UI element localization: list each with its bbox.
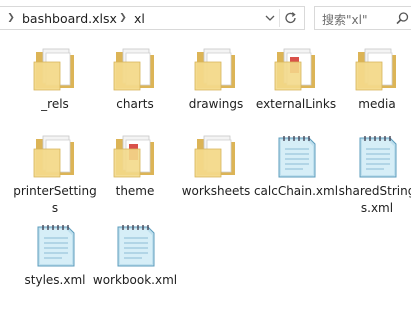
folder-icon [30,133,80,181]
folder-icon [352,46,402,94]
item-label: externalLinks [255,97,337,111]
breadcrumb-chevron-icon[interactable]: ❯ [6,9,16,27]
search-placeholder[interactable]: 搜索"xl" [322,11,367,28]
folder-icon [30,46,80,94]
breadcrumb-segment-workbook[interactable]: bashboard.xlsx [22,11,117,26]
folder-icon [191,133,241,181]
address-divider [279,9,280,27]
search-box[interactable]: 搜索"xl" [314,6,411,30]
xml-file-icon [30,222,80,270]
item-label: calcChain.xml [253,184,339,198]
item-label: _rels [41,97,69,111]
item-label: printerSettings [13,184,97,215]
item-label: sharedStrings.xml [338,184,411,215]
item-label: worksheets [181,184,251,198]
xml-file-icon [352,133,402,181]
xml-file-icon [110,222,160,270]
folder-icon [191,46,241,94]
item-label: workbook.xml [92,273,178,287]
address-bar[interactable]: ❯ bashboard.xlsx ❯ xl [0,6,305,30]
chevron-down-icon[interactable] [263,10,277,26]
item-label: media [358,97,396,111]
xml-file-icon [271,133,321,181]
item-label: charts [116,97,154,111]
folder-icon [110,46,160,94]
item-label: drawings [188,97,244,111]
breadcrumb-chevron-icon[interactable]: ❯ [118,9,128,27]
refresh-icon[interactable] [282,10,300,26]
folder-icon [110,133,160,181]
folder-icon [271,46,321,94]
search-icon[interactable] [395,11,410,26]
item-label: theme [115,184,155,198]
item-label: styles.xml [24,273,86,287]
breadcrumb-segment-xl[interactable]: xl [134,11,145,26]
